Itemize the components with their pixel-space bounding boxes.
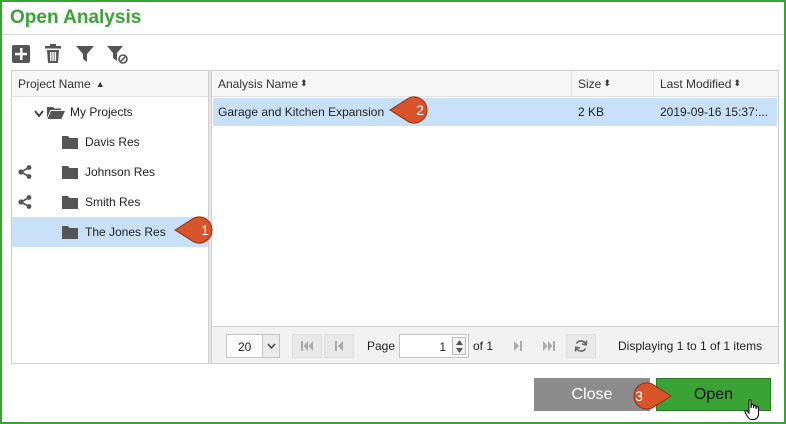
- callout-number: 2: [416, 102, 424, 118]
- display-status: Displaying 1 to 1 of 1 items: [618, 339, 763, 353]
- page-count-label: of 1: [473, 339, 494, 353]
- sort-icon: ⬍: [603, 78, 611, 88]
- hand-cursor-icon: [744, 399, 759, 420]
- cell-last-modified: 2019-09-16 15:37:...: [660, 105, 769, 119]
- refresh-icon: [574, 340, 588, 352]
- tree-item-label: The Jones Res: [85, 225, 166, 239]
- toolbar: [10, 42, 128, 66]
- dialog-title: Open Analysis: [10, 7, 142, 28]
- column-header-size[interactable]: Size ⬍: [572, 71, 654, 96]
- tree-item-label: Davis Res: [85, 135, 140, 149]
- analysis-grid: Analysis Name ⬍ Size ⬍ Last Modified ⬍ Gara…: [211, 70, 779, 364]
- folder-icon: [62, 166, 78, 182]
- column-header-last-modified[interactable]: Last Modified ⬍: [654, 71, 778, 96]
- column-header-analysis-name[interactable]: Analysis Name ⬍: [212, 71, 572, 96]
- first-page-button[interactable]: [292, 334, 322, 358]
- folder-icon: [62, 136, 78, 152]
- page-spinner[interactable]: [452, 337, 466, 355]
- callout-2: 2: [389, 96, 428, 124]
- last-page-button[interactable]: [534, 334, 564, 358]
- trash-icon[interactable]: [42, 43, 64, 65]
- folder-icon: [62, 226, 78, 242]
- add-icon[interactable]: [10, 43, 32, 65]
- share-icon: [18, 165, 32, 182]
- page-size-select[interactable]: 20: [226, 334, 280, 358]
- grid-header: Analysis Name ⬍ Size ⬍ Last Modified ⬍: [212, 71, 778, 97]
- refresh-button[interactable]: [566, 334, 596, 358]
- tree-item-label: My Projects: [70, 105, 133, 119]
- chevron-down-icon[interactable]: [34, 107, 44, 121]
- page-size-value: 20: [238, 340, 252, 354]
- spin-up-icon[interactable]: [453, 338, 465, 346]
- next-page-button[interactable]: [502, 334, 532, 358]
- title-divider: [2, 34, 784, 35]
- sort-asc-icon: ▲: [95, 78, 105, 89]
- open-analysis-dialog: Open Analysis Project Name ▲ My Projects…: [0, 0, 786, 424]
- tree-item-davis-res[interactable]: Davis Res: [12, 127, 208, 157]
- cell-size: 2 KB: [578, 105, 605, 119]
- page-label: Page: [367, 339, 396, 353]
- tree-item-my-projects[interactable]: My Projects: [12, 97, 208, 127]
- column-header-label: Size: [578, 76, 602, 91]
- pager: 20 Page 1 of 1 Displaying 1 to 1 of 1 it…: [212, 326, 778, 363]
- folder-open-icon: [47, 106, 65, 122]
- page-number-value: 1: [439, 340, 446, 354]
- project-name-header-label: Project Name: [18, 76, 91, 91]
- tree-item-smith-res[interactable]: Smith Res: [12, 187, 208, 217]
- callout-number: 1: [201, 222, 209, 238]
- sort-icon: ⬍: [300, 78, 308, 88]
- cell-analysis-name: Garage and Kitchen Expansion: [218, 105, 385, 119]
- tree-item-label: Johnson Res: [85, 165, 156, 179]
- callout-number: 3: [635, 388, 643, 404]
- column-header-label: Last Modified: [660, 76, 732, 91]
- chevron-down-icon[interactable]: [262, 335, 279, 357]
- page-number-input[interactable]: 1: [399, 334, 469, 358]
- tree-item-johnson-res[interactable]: Johnson Res: [12, 157, 208, 187]
- spin-down-icon[interactable]: [453, 346, 465, 354]
- tree-item-label: Smith Res: [85, 195, 141, 209]
- callout-3: 3: [633, 382, 672, 410]
- column-header-label: Analysis Name: [218, 76, 299, 91]
- project-name-header[interactable]: Project Name ▲: [12, 71, 208, 97]
- sort-icon: ⬍: [733, 78, 741, 88]
- clear-filter-icon[interactable]: [106, 43, 128, 65]
- folder-icon: [62, 196, 78, 212]
- callout-1: 1: [174, 216, 213, 244]
- share-icon: [18, 195, 32, 212]
- table-row[interactable]: Garage and Kitchen Expansion 2 KB 2019-0…: [213, 98, 777, 126]
- filter-icon[interactable]: [74, 43, 96, 65]
- prev-page-button[interactable]: [324, 334, 354, 358]
